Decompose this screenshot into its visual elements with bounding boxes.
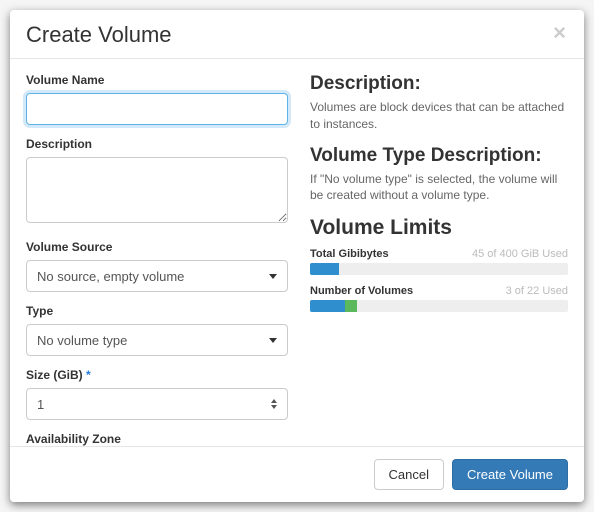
stepper-arrows-icon[interactable] xyxy=(271,399,277,409)
size-group: Size (GiB) * 1 xyxy=(26,368,288,420)
total-gibibytes-bar-used xyxy=(310,263,339,275)
number-volumes-bar xyxy=(310,300,568,312)
dialog-body: Volume Name Description Volume Source No… xyxy=(10,59,584,446)
volume-name-group: Volume Name xyxy=(26,73,288,125)
type-group: Type No volume type xyxy=(26,304,288,356)
caret-down-icon xyxy=(269,338,277,343)
info-column: Description: Volumes are block devices t… xyxy=(310,73,568,438)
number-volumes-row: Number of Volumes 3 of 22 Used xyxy=(310,285,568,312)
total-gibibytes-usage: 45 of 400 GiB Used xyxy=(472,248,568,260)
close-icon[interactable]: × xyxy=(551,22,568,44)
total-gibibytes-label: Total Gibibytes xyxy=(310,248,389,260)
availability-zone-label: Availability Zone xyxy=(26,432,288,446)
dialog-footer: Cancel Create Volume xyxy=(10,446,584,502)
size-label: Size (GiB) * xyxy=(26,368,288,382)
description-label: Description xyxy=(26,137,288,151)
description-textarea[interactable] xyxy=(26,157,288,223)
description-heading: Description: xyxy=(310,73,568,95)
total-gibibytes-bar xyxy=(310,263,568,275)
type-select[interactable]: No volume type xyxy=(26,324,288,356)
required-mark: * xyxy=(86,368,91,382)
type-desc-text: If "No volume type" is selected, the vol… xyxy=(310,171,568,205)
description-help-text: Volumes are block devices that can be at… xyxy=(310,99,568,133)
number-volumes-label: Number of Volumes xyxy=(310,285,413,297)
volume-source-label: Volume Source xyxy=(26,240,288,254)
description-group: Description xyxy=(26,137,288,228)
total-gibibytes-row: Total Gibibytes 45 of 400 GiB Used xyxy=(310,248,568,275)
create-volume-dialog: Create Volume × Volume Name Description … xyxy=(10,10,584,502)
availability-zone-group: Availability Zone nova xyxy=(26,432,288,446)
create-volume-button[interactable]: Create Volume xyxy=(452,459,568,490)
volume-source-select[interactable]: No source, empty volume xyxy=(26,260,288,292)
form-column: Volume Name Description Volume Source No… xyxy=(26,73,288,438)
number-volumes-usage: 3 of 22 Used xyxy=(506,285,568,297)
dialog-header: Create Volume × xyxy=(10,10,584,59)
size-value: 1 xyxy=(37,397,44,412)
size-stepper[interactable]: 1 xyxy=(26,388,288,420)
volume-limits-heading: Volume Limits xyxy=(310,216,568,240)
volume-name-label: Volume Name xyxy=(26,73,288,87)
cancel-button[interactable]: Cancel xyxy=(374,459,444,490)
volume-source-group: Volume Source No source, empty volume xyxy=(26,240,288,292)
volume-name-input[interactable] xyxy=(26,93,288,125)
type-value: No volume type xyxy=(37,333,127,348)
type-desc-heading: Volume Type Description: xyxy=(310,145,568,167)
number-volumes-bar-pending xyxy=(345,300,357,312)
type-label: Type xyxy=(26,304,288,318)
volume-source-value: No source, empty volume xyxy=(37,269,184,284)
caret-down-icon xyxy=(269,274,277,279)
dialog-title: Create Volume xyxy=(26,22,172,48)
number-volumes-bar-used xyxy=(310,300,345,312)
